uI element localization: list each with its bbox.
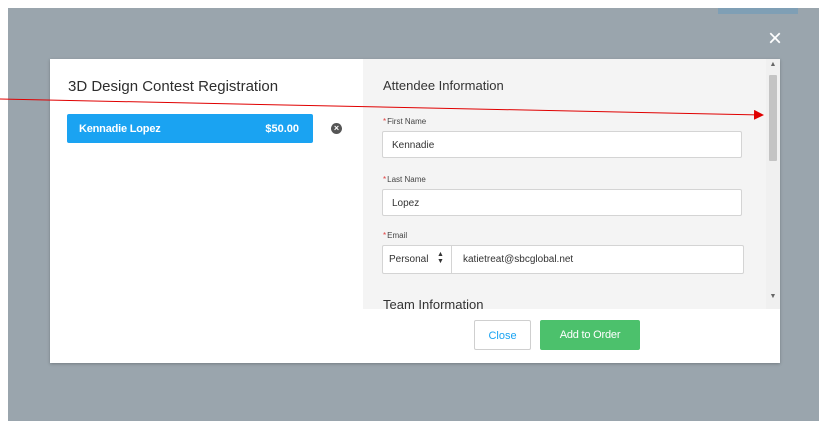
registration-modal: 3D Design Contest Registration Kennadie … (50, 59, 780, 363)
close-button[interactable]: Close (474, 320, 531, 350)
email-field-group: Personal ▲ ▼ katietreat@sbcglobal.net (382, 245, 744, 274)
attendee-form-pane: Attendee Information *First Name Kennadi… (363, 59, 766, 309)
email-type-value: Personal (389, 254, 429, 265)
team-info-title: Team Information (383, 297, 484, 309)
attendee-price: $50.00 (265, 123, 299, 135)
modal-title: 3D Design Contest Registration (68, 78, 279, 95)
email-label: *Email (383, 231, 408, 240)
scroll-down-icon[interactable]: ▼ (766, 291, 780, 303)
scroll-thumb[interactable] (769, 75, 777, 161)
attendee-name: Kennadie Lopez (79, 123, 161, 135)
modal-footer: Close Add to Order (50, 309, 780, 363)
last-name-field[interactable]: Lopez (382, 189, 742, 216)
add-to-order-button[interactable]: Add to Order (540, 320, 640, 350)
attendee-item[interactable]: Kennadie Lopez $50.00 (67, 114, 313, 143)
attendee-list-pane: 3D Design Contest Registration Kennadie … (50, 59, 363, 309)
form-scrollbar[interactable]: ▲ ▼ (766, 59, 780, 309)
last-name-label: *Last Name (383, 175, 426, 184)
first-name-field[interactable]: Kennadie (382, 131, 742, 158)
email-type-select[interactable]: Personal ▲ ▼ (383, 246, 452, 273)
background-button[interactable] (718, 8, 798, 14)
close-icon[interactable]: × (765, 27, 785, 51)
scroll-up-icon[interactable]: ▲ (766, 59, 780, 71)
first-name-label: *First Name (383, 117, 427, 126)
attendee-info-title: Attendee Information (383, 78, 504, 93)
remove-attendee-icon[interactable]: × (331, 123, 342, 134)
email-input[interactable]: katietreat@sbcglobal.net (463, 254, 573, 265)
select-arrows-icon: ▲ ▼ (437, 251, 444, 265)
